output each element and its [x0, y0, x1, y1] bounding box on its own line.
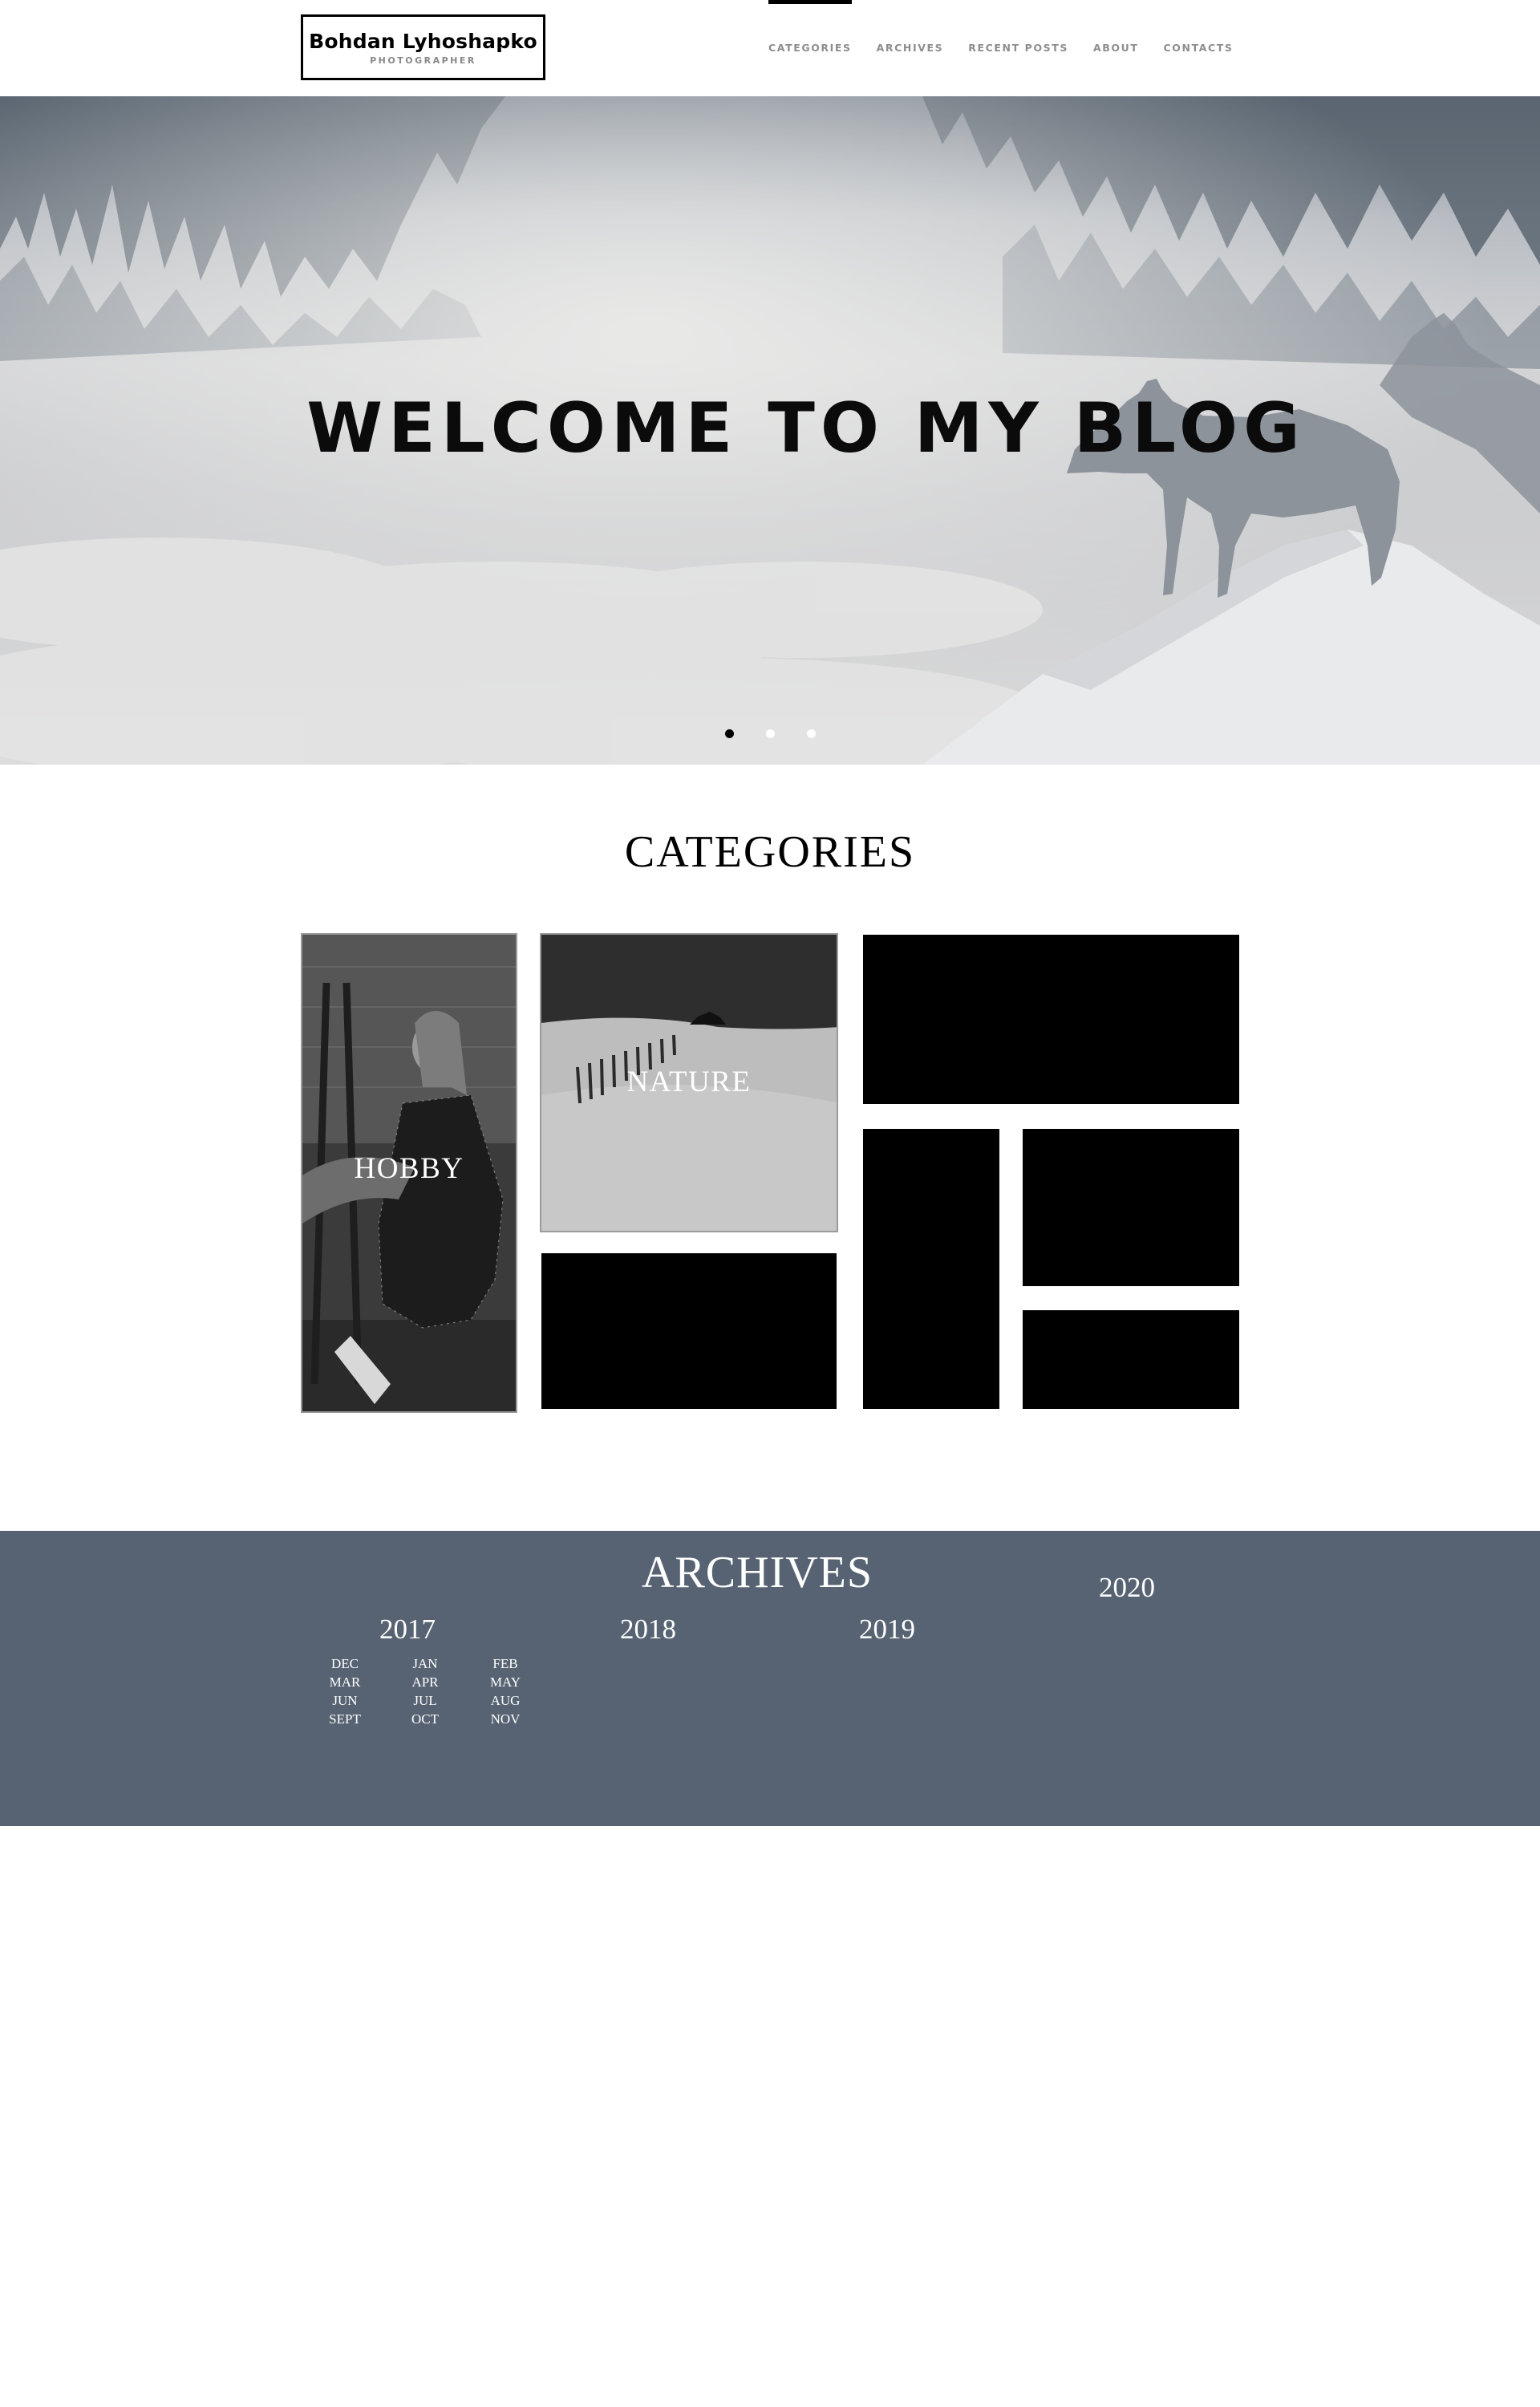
- slider-dot-2[interactable]: [766, 729, 775, 738]
- category-tile-nature[interactable]: NATURE: [540, 933, 838, 1232]
- logo-name: Bohdan Lyhoshapko: [309, 30, 537, 53]
- site-logo[interactable]: Bohdan Lyhoshapko PHOTOGRAPHER: [301, 14, 545, 80]
- month-oct[interactable]: OCT: [385, 1711, 465, 1727]
- category-tile-4[interactable]: [863, 935, 1239, 1104]
- archives-section: ARCHIVES 2017 2018 2019 2020 DEC JAN FEB…: [0, 1531, 1540, 1826]
- month-mar[interactable]: MAR: [305, 1674, 385, 1690]
- category-label-nature: NATURE: [626, 1065, 752, 1098]
- year-2017[interactable]: 2017: [379, 1613, 436, 1646]
- slider-dots: [725, 729, 816, 738]
- category-label-hobby: HOBBY: [354, 1152, 464, 1185]
- category-tile-7[interactable]: [1023, 1310, 1239, 1409]
- main-nav: CATEGORIES ARCHIVES RECENT POSTS ABOUT C…: [768, 0, 1258, 96]
- slider-dot-3[interactable]: [807, 729, 816, 738]
- months-2017: DEC JAN FEB MAR APR MAY JUN JUL AUG SEPT…: [305, 1656, 529, 1727]
- month-nov[interactable]: NOV: [465, 1711, 545, 1727]
- site-header: Bohdan Lyhoshapko PHOTOGRAPHER CATEGORIE…: [0, 0, 1540, 96]
- month-aug[interactable]: AUG: [465, 1693, 545, 1708]
- month-jan[interactable]: JAN: [385, 1656, 465, 1671]
- archives-heading: ARCHIVES: [642, 1548, 873, 1597]
- nav-recent-posts[interactable]: RECENT POSTS: [968, 0, 1068, 96]
- year-2019[interactable]: 2019: [859, 1613, 915, 1646]
- month-may[interactable]: MAY: [465, 1674, 545, 1690]
- hero-slider: WELCOME TO MY BLOG: [0, 96, 1540, 765]
- logo-tagline: PHOTOGRAPHER: [370, 55, 476, 66]
- hero-title: WELCOME TO MY BLOG: [306, 388, 1306, 469]
- year-2018[interactable]: 2018: [620, 1613, 676, 1646]
- month-jun[interactable]: JUN: [305, 1693, 385, 1708]
- month-apr[interactable]: APR: [385, 1674, 465, 1690]
- nav-archives[interactable]: ARCHIVES: [877, 0, 944, 96]
- month-feb[interactable]: FEB: [465, 1656, 545, 1671]
- category-tile-3[interactable]: [541, 1253, 837, 1409]
- category-tile-5[interactable]: [863, 1129, 999, 1409]
- category-tile-6[interactable]: [1023, 1129, 1239, 1286]
- nav-contacts[interactable]: CONTACTS: [1164, 0, 1234, 96]
- category-tile-hobby[interactable]: HOBBY: [301, 933, 517, 1413]
- slider-dot-1[interactable]: [725, 729, 734, 738]
- month-jul[interactable]: JUL: [385, 1693, 465, 1708]
- nav-about[interactable]: ABOUT: [1093, 0, 1139, 96]
- categories-heading: CATEGORIES: [624, 827, 916, 877]
- nav-categories[interactable]: CATEGORIES: [768, 0, 852, 96]
- year-2020[interactable]: 2020: [1099, 1572, 1155, 1604]
- month-sept[interactable]: SEPT: [305, 1711, 385, 1727]
- month-dec[interactable]: DEC: [305, 1656, 385, 1671]
